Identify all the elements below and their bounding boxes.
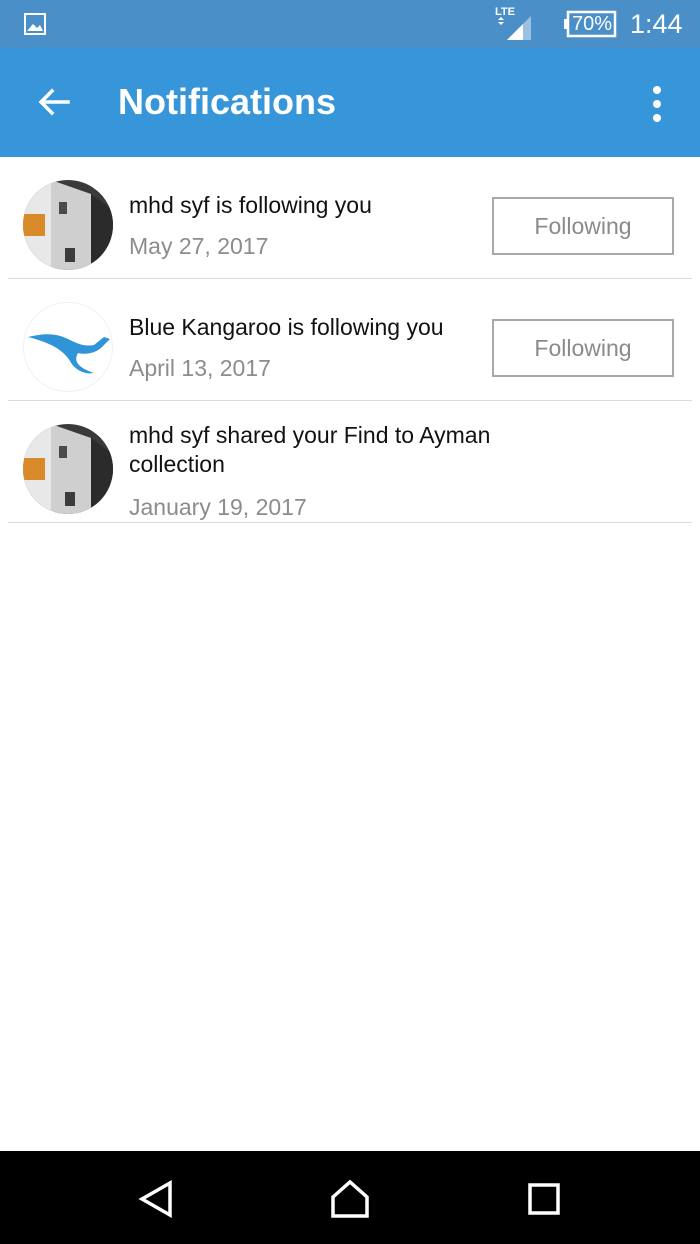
nav-recents-square-icon[interactable] [524, 1179, 564, 1219]
notification-item[interactable]: Blue Kangaroo is following you April 13,… [0, 279, 700, 401]
notification-message: mhd syf shared your Find to Ayman collec… [129, 422, 491, 477]
more-vertical-icon[interactable] [640, 84, 674, 124]
user-photo-icon [23, 424, 113, 514]
avatar[interactable] [23, 424, 113, 514]
lte-label: LTE [495, 6, 515, 18]
following-button[interactable]: Following [492, 319, 674, 377]
user-photo-icon [23, 180, 113, 270]
status-clock: 1:44 [630, 9, 683, 39]
notification-list: mhd syf is following you May 27, 2017 Fo… [0, 157, 700, 523]
status-bar: LTE 70% 1:44 [0, 0, 700, 48]
notification-date: April 13, 2017 [129, 355, 271, 381]
arrow-left-icon[interactable] [34, 82, 74, 122]
notification-date: January 19, 2017 [129, 494, 307, 520]
notification-text: mhd syf shared your Find to Ayman collec… [129, 421, 549, 522]
notification-item[interactable]: mhd syf is following you May 27, 2017 Fo… [0, 157, 700, 279]
nav-back-triangle-icon[interactable] [136, 1179, 176, 1219]
nav-home-icon[interactable] [330, 1179, 370, 1219]
divider [8, 522, 692, 523]
page-title: Notifications [118, 81, 337, 122]
following-button[interactable]: Following [492, 197, 674, 255]
gallery-notification-icon [24, 13, 46, 35]
app-bar: Notifications [0, 48, 700, 157]
notification-message: mhd syf is following you [129, 192, 372, 218]
notification-text: mhd syf is following you May 27, 2017 [129, 191, 479, 261]
blue-kangaroo-logo-icon [24, 303, 112, 391]
avatar[interactable] [23, 302, 113, 392]
lte-signal-icon: LTE [495, 6, 531, 40]
notification-text: Blue Kangaroo is following you April 13,… [129, 313, 479, 383]
battery-percent: 70% [571, 13, 613, 35]
notification-message: Blue Kangaroo is following you [129, 314, 444, 340]
avatar[interactable] [23, 180, 113, 270]
navigation-bar [0, 1151, 700, 1244]
notification-item[interactable]: mhd syf shared your Find to Ayman collec… [0, 401, 700, 523]
notification-date: May 27, 2017 [129, 233, 269, 259]
